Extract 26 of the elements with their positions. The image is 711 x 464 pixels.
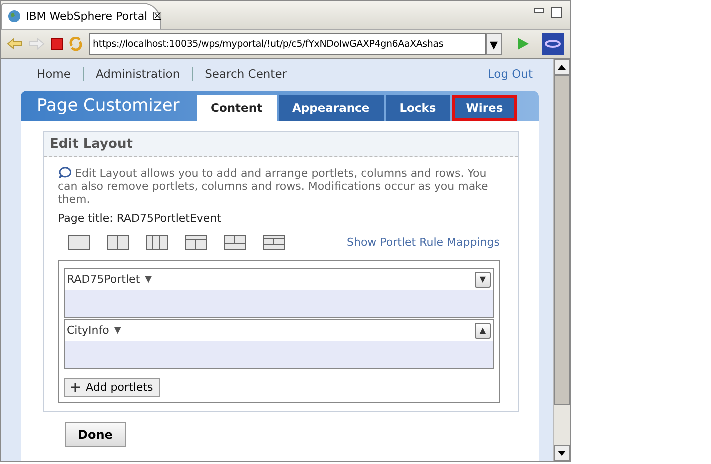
portlet-menu-caret[interactable]: ▼	[114, 326, 122, 336]
add-portlets-button[interactable]: Add portlets	[64, 378, 160, 397]
section-title: Edit Layout	[44, 132, 518, 157]
rule-mappings-link[interactable]: Show Portlet Rule Mappings	[347, 236, 500, 249]
tab[interactable]: Content	[197, 95, 277, 121]
logout-link[interactable]: Log Out	[488, 67, 539, 81]
nav-link[interactable]: Administration	[82, 67, 192, 81]
help-text: Edit Layout allows you to add and arrange portlets, columns and rows. You can also remove portlets, columns and rows. Modifications occur as you make them.	[58, 167, 490, 206]
page-title-label: Page title: RAD75PortletEvent	[58, 212, 222, 225]
close-icon[interactable]: ☒	[152, 10, 162, 23]
portlet-menu-caret[interactable]: ▼	[145, 274, 152, 284]
done-button[interactable]: Done	[65, 422, 126, 447]
move-button[interactable]: ▼	[475, 272, 491, 288]
portlet-name: CityInfo	[67, 324, 110, 337]
tab[interactable]: Appearance	[278, 95, 384, 121]
nav-link[interactable]: Search Center	[192, 67, 299, 81]
move-button[interactable]: ▲	[475, 322, 491, 338]
tab[interactable]: Locks	[386, 95, 450, 121]
url-field[interactable]: https://localhost:10035/wps/myportal/!ut/p/c5/fYxNDoIwGAXP4gn6AaXAshas	[89, 33, 486, 55]
portlet-name: RAD75Portlet	[67, 273, 140, 286]
tab-title: IBM WebSphere Portal	[26, 10, 148, 23]
tab[interactable]: Wires	[452, 95, 518, 121]
url-dropdown-button[interactable]: ▾	[486, 33, 502, 55]
browser-tab[interactable]: IBM WebSphere Portal ☒	[1, 3, 161, 29]
nav-link[interactable]: Home	[37, 67, 83, 81]
page-title: Page Customizer	[37, 96, 181, 116]
